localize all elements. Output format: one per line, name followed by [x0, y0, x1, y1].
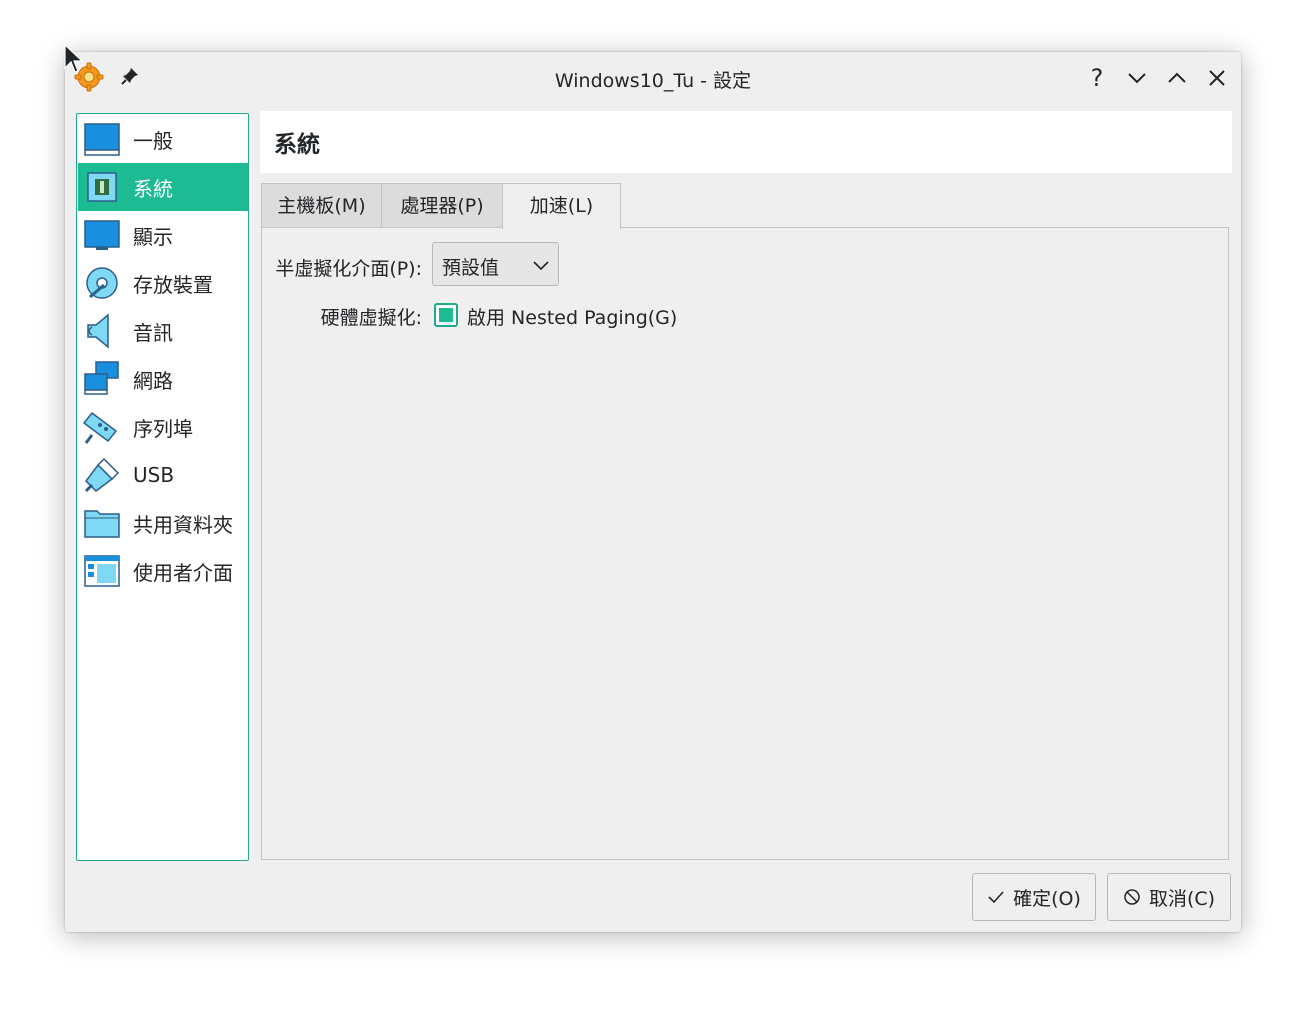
sidebar-item-label: 系統 [133, 176, 173, 201]
sidebar-item-label: 音訊 [133, 320, 173, 345]
sidebar-item-network[interactable]: 網路 [78, 355, 248, 403]
paravirt-interface-label: 半虛擬化介面(P): [275, 258, 422, 280]
section-header: 系統 [260, 111, 1232, 173]
sidebar-item-general[interactable]: 一般 [78, 115, 248, 163]
cancel-button[interactable]: 取消(C) [1107, 873, 1231, 921]
sidebar-item-display[interactable]: 顯示 [78, 211, 248, 259]
settings-sidebar: 一般 系統 顯示 存放裝置 音訊 網路 序列埠 USB 共用資料夾 使用者介面 [76, 113, 249, 861]
sidebar-item-storage[interactable]: 存放裝置 [78, 259, 248, 307]
paravirt-interface-select[interactable]: 預設值 [432, 242, 559, 286]
storage-disk-icon [82, 263, 122, 303]
svg-text:?: ? [1091, 64, 1104, 92]
sidebar-item-system[interactable]: 系統 [78, 163, 248, 211]
minimize-icon[interactable] [1123, 64, 1151, 92]
general-icon [82, 119, 122, 159]
network-icon [82, 359, 122, 399]
hardware-virtualization-label: 硬體虛擬化: [320, 307, 422, 329]
checkbox-checked-mark [439, 308, 453, 322]
sidebar-item-label: 序列埠 [133, 416, 193, 441]
cancel-button-label: 取消(C) [1148, 887, 1216, 910]
ok-button[interactable]: 確定(O) [972, 873, 1096, 921]
paravirt-interface-value: 預設值 [442, 257, 500, 279]
window-title: Windows10_Tu - 設定 [554, 70, 752, 92]
shared-folder-icon [82, 503, 122, 543]
usb-icon [82, 455, 122, 495]
system-chip-icon [82, 167, 122, 207]
help-icon[interactable]: ? [1083, 64, 1111, 92]
chevron-down-icon [533, 261, 549, 271]
sidebar-item-usb[interactable]: USB [78, 451, 248, 499]
nested-paging-checkbox[interactable] [434, 303, 458, 327]
sidebar-item-label: 使用者介面 [133, 560, 233, 585]
cancel-circle-icon [1124, 889, 1140, 905]
maximize-icon[interactable] [1163, 64, 1191, 92]
sidebar-item-label: 網路 [133, 368, 173, 393]
sidebar-item-label: 存放裝置 [133, 272, 213, 297]
nested-paging-label[interactable]: 啟用 Nested Paging(G) [467, 303, 677, 330]
tab-acceleration[interactable]: 加速(L) [502, 183, 621, 229]
close-icon[interactable] [1203, 64, 1231, 92]
settings-window: Windows10_Tu - 設定 ? 一般 系統 顯示 存放裝置 音訊 網路 … [65, 52, 1241, 932]
sidebar-item-label: 共用資料夾 [133, 512, 233, 537]
sidebar-item-user-interface[interactable]: 使用者介面 [78, 547, 248, 595]
sidebar-item-shared-folders[interactable]: 共用資料夾 [78, 499, 248, 547]
checkmark-icon [988, 891, 1004, 904]
tab-processor[interactable]: 處理器(P) [381, 183, 503, 228]
page-title: 系統 [274, 132, 320, 158]
audio-speaker-icon [82, 311, 122, 351]
title-bar[interactable]: Windows10_Tu - 設定 ? [65, 52, 1241, 104]
user-interface-icon [82, 551, 122, 591]
sidebar-item-label: USB [133, 463, 175, 487]
tab-motherboard[interactable]: 主機板(M) [261, 183, 382, 228]
sidebar-item-serial-ports[interactable]: 序列埠 [78, 403, 248, 451]
mouse-cursor-icon [64, 43, 84, 74]
sidebar-item-label: 顯示 [133, 224, 173, 249]
ok-button-label: 確定(O) [1013, 887, 1081, 910]
sidebar-item-label: 一般 [133, 128, 173, 153]
display-monitor-icon [82, 215, 122, 255]
serial-port-icon [82, 407, 122, 447]
sidebar-item-audio[interactable]: 音訊 [78, 307, 248, 355]
